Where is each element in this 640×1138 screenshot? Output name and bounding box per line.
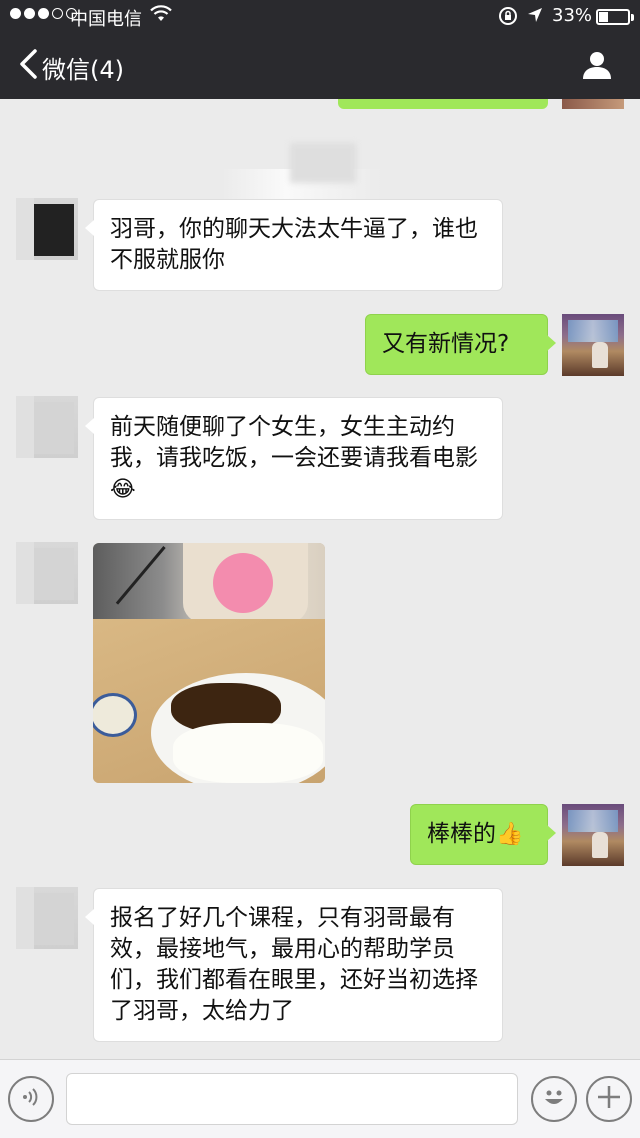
voice-button[interactable] xyxy=(8,1076,54,1122)
message-input[interactable] xyxy=(66,1073,518,1125)
my-avatar[interactable] xyxy=(562,99,624,109)
chat-info-button[interactable] xyxy=(582,50,612,84)
contact-avatar[interactable] xyxy=(16,542,78,604)
contact-avatar[interactable] xyxy=(16,198,78,260)
carrier-name: 中国电信 xyxy=(70,9,142,30)
message-text: 报名了好几个课程，只有羽哥最有效，最接地气，最用心的帮助学员们，我们都看在眼里，… xyxy=(110,905,478,1024)
thumbs-up-emoji-icon: 👍 xyxy=(496,822,524,847)
person-icon xyxy=(582,52,612,84)
message-bubble[interactable]: 又有新情况? xyxy=(365,314,556,375)
chevron-left-icon xyxy=(18,48,42,86)
more-button[interactable] xyxy=(586,1076,632,1122)
laughing-emoji-icon: 😂 xyxy=(110,477,136,502)
top-bar: 中国电信 33% 微信(4) xyxy=(0,0,640,99)
my-avatar[interactable] xyxy=(562,804,624,866)
previous-message-bubble[interactable] xyxy=(338,99,548,109)
image-message[interactable] xyxy=(93,543,325,783)
message-bubble[interactable]: 棒棒的👍 xyxy=(410,804,556,865)
blurred-region xyxy=(290,143,356,183)
contact-avatar[interactable] xyxy=(16,396,78,458)
chat-area[interactable]: 羽哥，你的聊天大法太牛逼了，谁也不服就服你 又有新情况? 前天随便聊了个女生，女… xyxy=(0,99,640,1059)
message-text: 棒棒的 xyxy=(427,821,496,847)
rotation-lock-icon xyxy=(498,6,518,31)
voice-icon xyxy=(19,1085,43,1113)
back-label: 微信(4) xyxy=(42,55,124,84)
message-text: 前天随便聊了个女生，女生主动约我，请我吃饭，一会还要请我看电影 xyxy=(110,414,478,471)
contact-avatar[interactable] xyxy=(16,887,78,949)
status-bar: 中国电信 33% xyxy=(0,0,640,34)
input-bar xyxy=(0,1059,640,1138)
message-bubble[interactable]: 报名了好几个课程，只有羽哥最有效，最接地气，最用心的帮助学员们，我们都看在眼里，… xyxy=(85,888,503,1042)
nav-bar: 微信(4) xyxy=(0,34,640,99)
emoji-icon xyxy=(538,1081,570,1117)
message-text: 羽哥，你的聊天大法太牛逼了，谁也不服就服你 xyxy=(110,216,478,273)
battery-percent: 33% xyxy=(552,5,593,26)
plus-icon xyxy=(595,1083,623,1115)
signal-icon xyxy=(10,8,77,19)
back-button[interactable]: 微信(4) xyxy=(18,48,124,86)
message-bubble[interactable]: 羽哥，你的聊天大法太牛逼了，谁也不服就服你 xyxy=(85,199,503,291)
wifi-icon xyxy=(150,5,172,28)
my-avatar[interactable] xyxy=(562,314,624,376)
message-bubble[interactable]: 前天随便聊了个女生，女生主动约我，请我吃饭，一会还要请我看电影 😂 xyxy=(85,397,503,520)
heart-sticker-icon xyxy=(213,553,273,613)
location-icon xyxy=(526,6,544,29)
message-text: 又有新情况? xyxy=(382,331,510,357)
battery-icon xyxy=(596,9,634,25)
emoji-button[interactable] xyxy=(531,1076,577,1122)
